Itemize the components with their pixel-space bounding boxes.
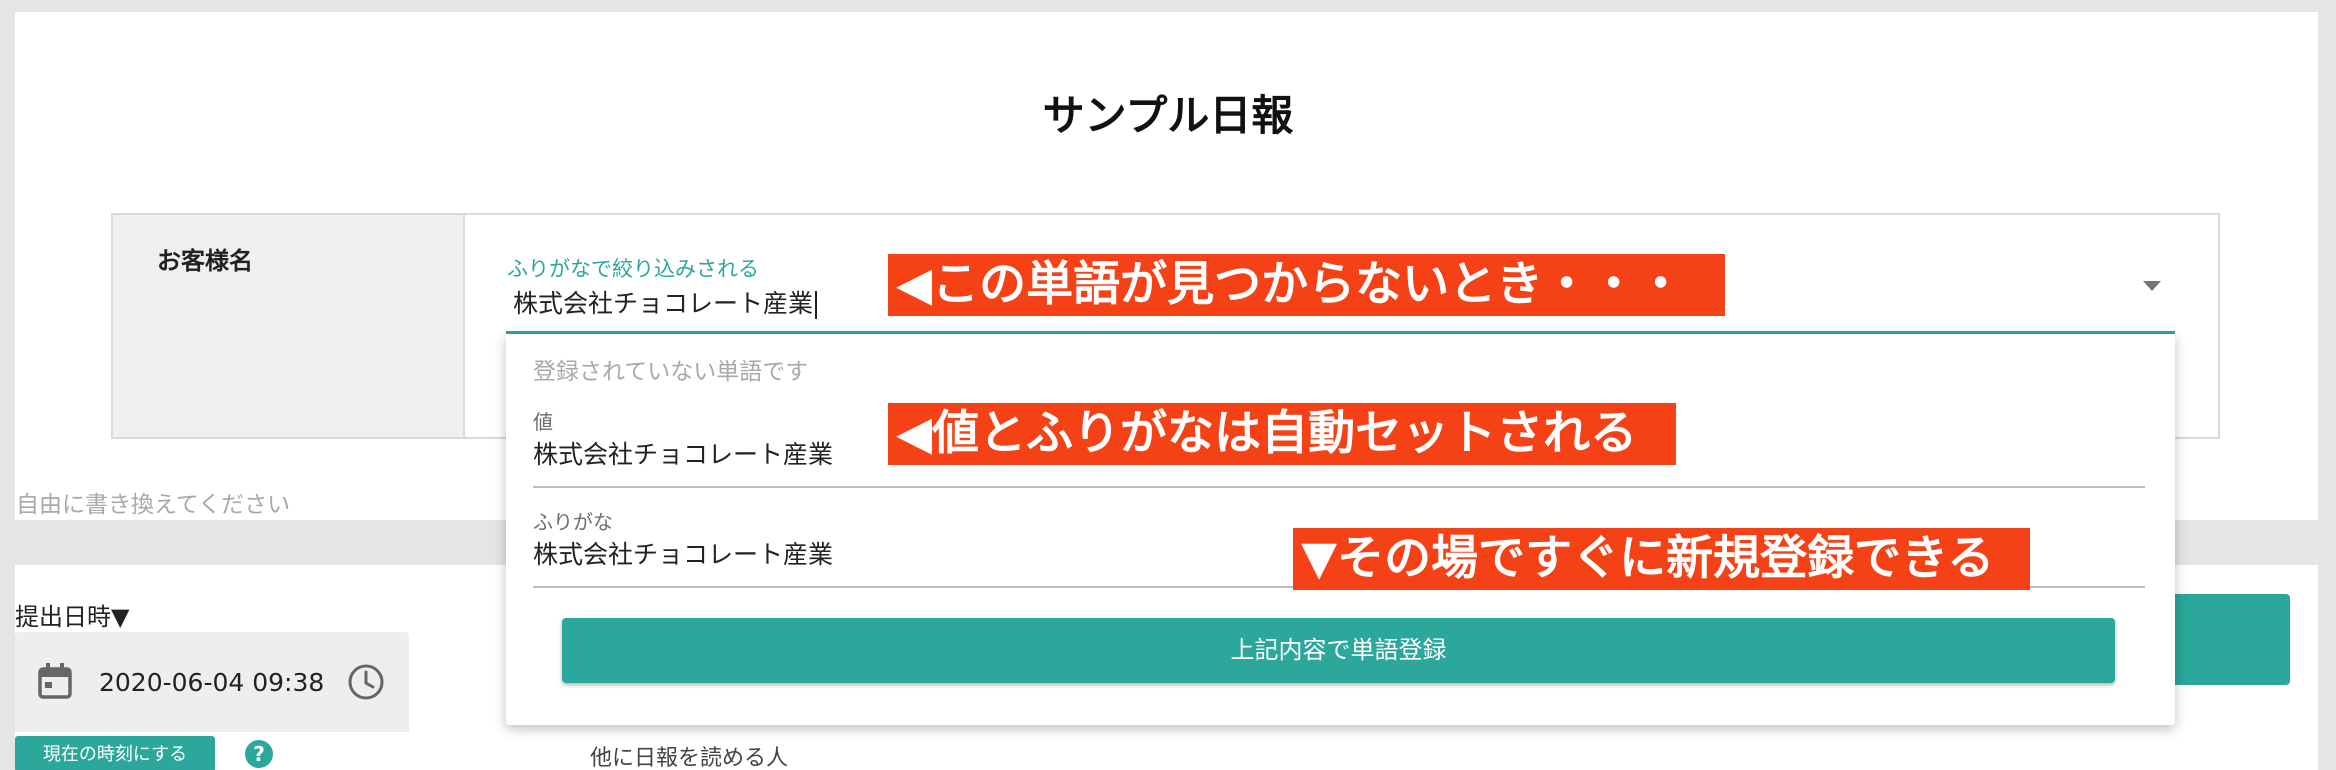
customer-label: お客様名 [157, 247, 253, 275]
annotation-auto-set: ◀値とふりがなは自動セットされる [888, 403, 1676, 465]
page-title: サンプル日報 [1042, 91, 1294, 140]
customer-label-cell: お客様名 [113, 215, 465, 437]
value-field-label: 値 [533, 410, 553, 434]
furigana-field[interactable]: 株式会社チョコレート産業 [533, 535, 833, 571]
set-now-button[interactable]: 現在の時刻にする [15, 736, 215, 770]
help-icon[interactable]: ? [245, 740, 273, 768]
clock-icon[interactable] [346, 662, 386, 702]
free-edit-hint: 自由に書き換えてください [16, 492, 291, 518]
register-word-button[interactable]: 上記内容で単語登録 [562, 618, 2115, 683]
value-field-underline [533, 486, 2145, 488]
customer-field-hint: ふりがなで絞り込みされる [507, 257, 759, 281]
furigana-field-label: ふりがな [533, 510, 613, 534]
calendar-icon[interactable] [37, 662, 73, 700]
readers-label: 他に日報を読める人 [590, 746, 789, 770]
customer-input-value: 株式会社チョコレート産業 [513, 289, 814, 318]
annotation-register-here: ▼その場ですぐに新規登録できる [1293, 528, 2030, 590]
datetime-value: 2020-06-04 09:38 [99, 668, 325, 697]
value-field[interactable]: 株式会社チョコレート産業 [533, 435, 833, 471]
chevron-down-icon[interactable] [2143, 281, 2161, 291]
unregistered-notice: 登録されていない単語です [533, 359, 809, 385]
customer-input[interactable]: 株式会社チョコレート産業 [513, 284, 818, 320]
text-caret [815, 291, 818, 319]
submission-datetime-label: 提出日時▼ [15, 603, 130, 631]
annotation-word-not-found: ◀この単語が見つからないとき・・・ [888, 254, 1725, 316]
datetime-picker[interactable]: 2020-06-04 09:38 [15, 632, 409, 732]
